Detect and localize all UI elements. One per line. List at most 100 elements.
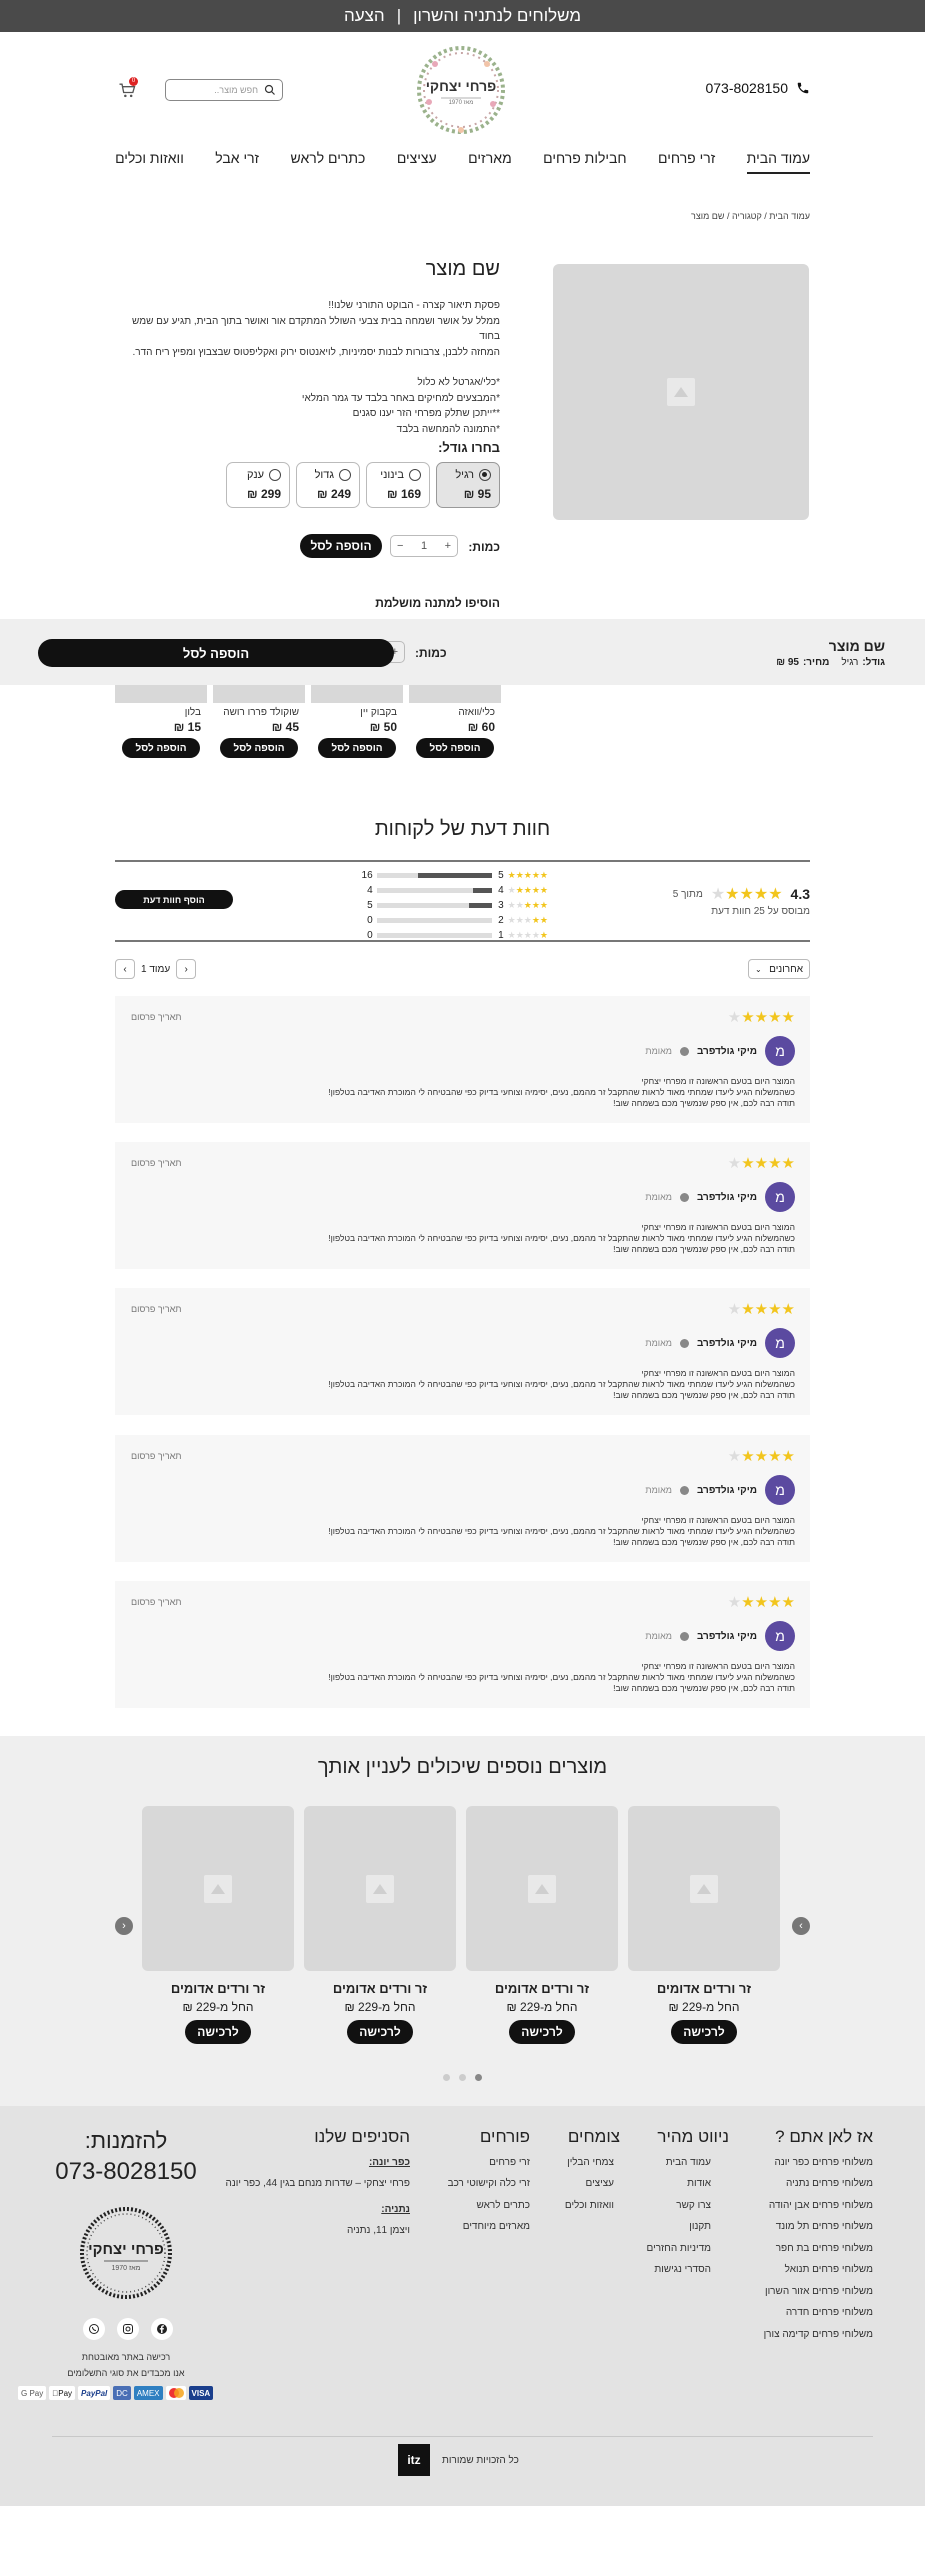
header-phone[interactable]: 073-8028150 <box>705 80 810 96</box>
product-card[interactable]: זר ורדים אדומים החל מ-229 ₪ לרכישה <box>304 1806 456 2044</box>
product-card-image[interactable] <box>142 1806 294 1971</box>
pager-next-button[interactable]: › <box>176 959 197 979</box>
size-name: רגיל <box>455 469 474 481</box>
buy-button[interactable]: לרכישה <box>185 2020 251 2044</box>
size-option-medium[interactable]: בינוני 169 ₪ <box>366 462 430 508</box>
gift-name: שוקולד פררו רושה <box>223 707 299 718</box>
search-icon[interactable] <box>264 84 276 96</box>
carousel-prev-arrow[interactable]: ‹ <box>115 1917 133 1935</box>
footer-link[interactable]: משלוחי פרחים אבן יהודה <box>764 2195 873 2217</box>
gift-add-button[interactable]: הוספה לסל <box>416 738 494 758</box>
footer-link[interactable]: משלוחי פרחים תנואל <box>764 2259 873 2281</box>
nav-item-home[interactable]: עמוד הבית <box>746 150 810 174</box>
pager-prev-button[interactable]: ‹ <box>115 959 135 979</box>
nav-item-vases[interactable]: וואזות וכלים <box>115 150 184 174</box>
product-card[interactable]: זר ורדים אדומים החל מ-229 ₪ לרכישה <box>142 1806 294 2044</box>
instagram-icon[interactable] <box>117 2318 139 2340</box>
cart-button[interactable]: 0 <box>115 77 138 102</box>
footer-link[interactable]: משלוחי פרחים בת חפר <box>764 2238 873 2260</box>
size-option-large[interactable]: גדול 249 ₪ <box>296 462 360 508</box>
footer-link[interactable]: משלוחי פרחים כפר יונה <box>764 2152 873 2174</box>
product-card[interactable]: זר ורדים אדומים החל מ-229 ₪ לרכישה <box>466 1806 618 2044</box>
rating-distribution: ★★★★★ 5 16 ★★★★★ 4 4 ★★★★★ 3 5 ★★★★★ 2 0 ★★★★★ 1 0 <box>348 868 548 943</box>
radio[interactable] <box>269 469 281 481</box>
nav-item-funeral-wreaths[interactable]: זרי אבל <box>215 150 259 174</box>
average-stars: ★★★★★ <box>710 886 783 903</box>
carousel-next-arrow[interactable]: › <box>792 1917 810 1935</box>
quantity-stepper[interactable]: + 1 − <box>390 535 458 557</box>
gift-add-button[interactable]: הוספה לסל <box>318 738 396 758</box>
footer-link[interactable]: משלוחי פרחים חדרה <box>764 2302 873 2324</box>
reviewer-name: מיקי גולדפרב <box>696 1484 757 1496</box>
gift-add-button[interactable]: הוספה לסל <box>122 738 200 758</box>
add-review-button[interactable]: הוסף חוות דעת <box>115 890 233 909</box>
footer-link[interactable]: עציצים <box>565 2173 620 2195</box>
distribution-stars-label: 5 <box>498 870 504 881</box>
footer-link[interactable]: הסדרי נגישות <box>647 2259 729 2281</box>
radio[interactable] <box>339 469 351 481</box>
average-out-of: מתוך 5 <box>672 888 703 900</box>
plus-button[interactable]: + <box>445 540 451 552</box>
size-name: גדול <box>314 469 334 481</box>
add-to-cart-button[interactable]: הוספה לסל <box>300 534 382 558</box>
product-card-image[interactable] <box>304 1806 456 1971</box>
sort-dropdown[interactable]: אחרונים ⌄ <box>748 959 810 979</box>
breadcrumb[interactable]: עמוד הבית / קטגוריה / שם מוצר <box>691 211 810 221</box>
footer-logo[interactable]: פרחי יצחקי מאז 1970 <box>78 2201 174 2305</box>
carousel-dot[interactable] <box>459 2074 466 2081</box>
size-option-regular[interactable]: רגיל 95 ₪ <box>436 462 500 508</box>
footer-link[interactable]: משלוחי פרחים אזור השרון <box>764 2281 873 2303</box>
nav-item-plants[interactable]: עציצים <box>397 150 437 174</box>
footer-order-phone[interactable]: 073-8028150 <box>52 2158 200 2186</box>
announcement-bar: משלוחים לנתניה והשרון | הצעה <box>0 0 925 32</box>
distribution-count: 5 <box>367 900 373 911</box>
gift-card[interactable]: בלון 15 ₪ הוספה לסל <box>115 685 207 770</box>
footer-link[interactable]: תקנון <box>647 2216 729 2238</box>
gift-card[interactable]: כלי/וואזה 60 ₪ הוספה לסל <box>409 685 501 770</box>
announcement-separator: | <box>396 6 402 25</box>
buy-button[interactable]: לרכישה <box>347 2020 413 2044</box>
product-card-image[interactable] <box>628 1806 780 1971</box>
search-input[interactable]: חפש מוצר.. <box>165 79 283 101</box>
footer-link[interactable]: משלוחי פרחים תל מונד <box>764 2216 873 2238</box>
minus-button[interactable]: − <box>397 540 403 552</box>
product-image[interactable] <box>553 264 809 520</box>
facebook-icon[interactable] <box>151 2318 173 2340</box>
footer-link[interactable]: צמחי הבלין <box>565 2152 620 2174</box>
review-line: כשהמשלוח הגיע ליעדו שמחתי מאוד לראות שהת… <box>328 1526 795 1536</box>
nav-item-bouquets[interactable]: זרי פרחים <box>658 150 715 174</box>
site-logo[interactable]: פרחי יצחקי מאז 1970 <box>415 42 507 138</box>
footer-link[interactable]: זרי כלה וקישוטי רכב <box>448 2173 530 2195</box>
footer-link[interactable]: כתרים לראש <box>448 2195 530 2217</box>
footer-link[interactable]: משלוחי פרחים נתניה <box>764 2173 873 2195</box>
footer-link[interactable]: אודות <box>647 2173 729 2195</box>
footer-link[interactable]: עמוד הבית <box>647 2152 729 2174</box>
announcement-offer-link[interactable]: הצעה <box>344 6 385 26</box>
distribution-bar <box>376 933 492 938</box>
carousel-dot[interactable] <box>442 2074 450 2081</box>
buy-button[interactable]: לרכישה <box>509 2020 575 2044</box>
gift-card[interactable]: בקבוק יין 50 ₪ הוספה לסל <box>311 685 403 770</box>
footer-link[interactable]: מדיניות החזרים <box>647 2238 729 2260</box>
gift-card[interactable]: שוקולד פררו רושה 45 ₪ הוספה לסל <box>213 685 305 770</box>
footer-link[interactable]: וואזות וכלים <box>565 2195 620 2217</box>
developer-logo[interactable]: itz <box>398 2444 430 2476</box>
footer-link[interactable]: מארזים מיוחדים <box>448 2216 530 2238</box>
radio[interactable] <box>409 469 421 481</box>
size-option-huge[interactable]: ענק 299 ₪ <box>226 462 290 508</box>
review-line: כשהמשלוח הגיע ליעדו שמחתי מאוד לראות שהת… <box>328 1233 795 1243</box>
product-card[interactable]: זר ורדים אדומים החל מ-229 ₪ לרכישה <box>628 1806 780 2044</box>
nav-item-gift-boxes[interactable]: מארזים <box>468 150 512 174</box>
footer-link[interactable]: משלוחי פרחים קדימה צורן <box>764 2324 873 2346</box>
sticky-add-to-cart-button[interactable]: הוספה לסל <box>38 639 394 667</box>
nav-item-flower-packages[interactable]: חבילות פרחים <box>543 150 627 174</box>
radio-selected[interactable] <box>479 469 491 481</box>
carousel-dot-active[interactable] <box>475 2074 483 2081</box>
footer-link[interactable]: צרו קשר <box>647 2195 729 2217</box>
gift-add-button[interactable]: הוספה לסל <box>220 738 298 758</box>
footer-link[interactable]: זרי פרחים <box>448 2152 530 2174</box>
product-card-image[interactable] <box>466 1806 618 1971</box>
whatsapp-icon[interactable] <box>83 2318 105 2340</box>
buy-button[interactable]: לרכישה <box>671 2020 737 2044</box>
nav-item-head-wreaths[interactable]: כתרים לראש <box>291 150 366 174</box>
